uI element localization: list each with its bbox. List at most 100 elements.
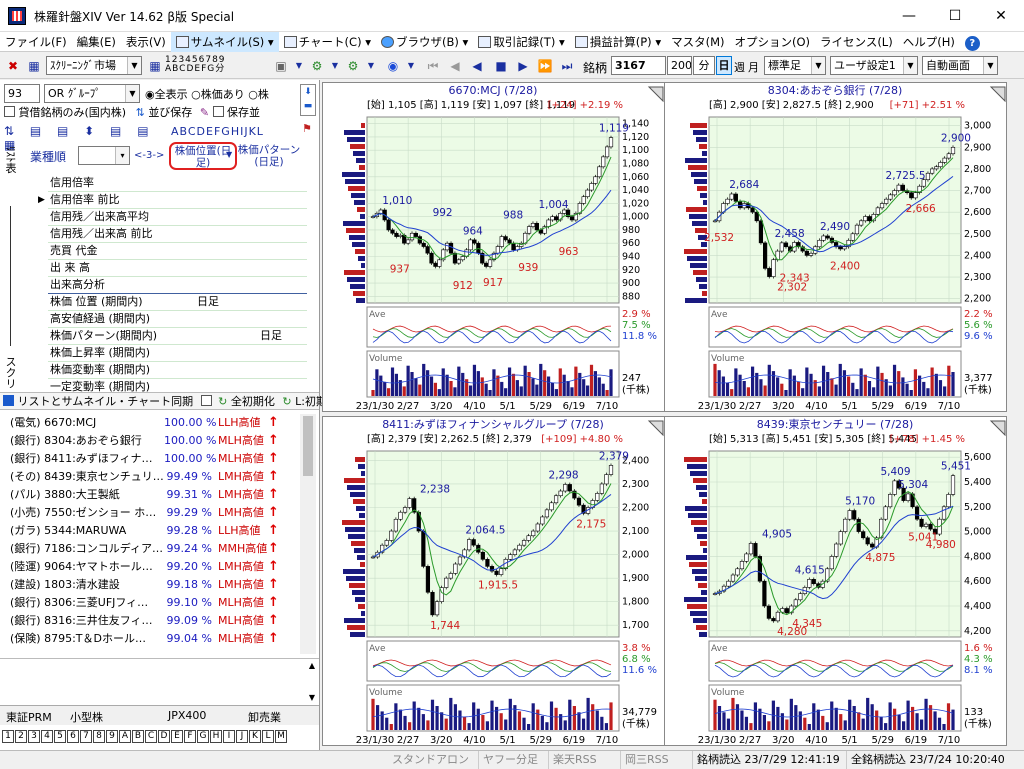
shortcut-key[interactable]: D xyxy=(158,730,170,743)
indicator-row[interactable]: 出来高分析 xyxy=(48,277,307,294)
lend-checkbox[interactable] xyxy=(4,106,15,117)
all-init-button[interactable]: 全初期化 xyxy=(231,395,275,408)
menu-profit-calc[interactable]: 損益計算(P) ▾ xyxy=(570,32,666,52)
save-order-checkbox[interactable] xyxy=(212,106,224,117)
stock-list-item[interactable]: (銀行) 8306:三菱UFJフィ… 99.10 % MLH高値 ↑ xyxy=(8,594,298,612)
grid-icon[interactable]: ▦ xyxy=(25,57,43,75)
fast-forward-icon[interactable]: ⏩ xyxy=(536,57,554,75)
menu-view[interactable]: 表示(V) xyxy=(121,32,171,52)
shortcut-key[interactable]: 4 xyxy=(41,730,53,743)
dropdown-chevron-icon-3[interactable]: ▼ xyxy=(362,57,380,75)
minimize-button[interactable]: — xyxy=(886,0,932,32)
industry-sort-select[interactable]: ▾ xyxy=(78,146,130,165)
stock-list-item[interactable]: (その) 8439:東京センチュリ… 99.49 % LMH高値 ↑ xyxy=(8,468,298,486)
thumbnail-chart[interactable]: 8304:あおぞら銀行 (7/28) [高] 2,900 [安] 2,827.5 … xyxy=(664,82,1007,412)
indicator-row[interactable]: 信用倍率 前比 ▶ xyxy=(38,192,307,209)
shortcut-key[interactable]: 3 xyxy=(28,730,40,743)
menu-browser[interactable]: ブラウザ(B) ▾ xyxy=(376,32,473,52)
shortcut-key[interactable]: L xyxy=(262,730,274,743)
stock-list-item[interactable]: (電気) 6670:MCJ 100.00 % LLH高値 ↑ xyxy=(8,414,298,432)
close-button[interactable]: ✕ xyxy=(978,0,1024,32)
menu-file[interactable]: ファイル(F) xyxy=(0,32,72,52)
scroll-down-icon[interactable]: ▼ xyxy=(309,693,315,702)
menu-master[interactable]: マスタ(M) xyxy=(666,32,729,52)
prev-icon[interactable]: ◀ xyxy=(446,57,464,75)
shortcut-key[interactable]: C xyxy=(145,730,157,743)
close-list-icon[interactable]: ✖ xyxy=(4,57,22,75)
thumbnail-chart[interactable]: 8439:東京センチュリー (7/28) [始] 5,313 [高] 5,451 … xyxy=(664,416,1007,746)
all-init-checkbox[interactable] xyxy=(200,395,212,406)
minute-button[interactable]: 分 xyxy=(693,56,715,75)
sync-checkbox[interactable] xyxy=(3,395,14,406)
column-letter-keys[interactable]: ABCDEFGHIJKL xyxy=(171,125,264,138)
group-select[interactable]: OR ｸﾞﾙｰﾌﾟ ▼ xyxy=(44,84,140,103)
shortcut-key[interactable]: 6 xyxy=(67,730,79,743)
menu-trade-record[interactable]: 取引記録(T) ▾ xyxy=(473,32,569,52)
stock-list-item[interactable]: (ガラ) 5344:MARUWA 99.28 % LLH高値 ↑ xyxy=(8,522,298,540)
layout-grid-icon[interactable]: ▦ xyxy=(146,57,164,75)
screening-market-select[interactable]: ｽｸﾘｰﾆﾝｸﾞ市場 ▼ xyxy=(46,56,142,75)
sort-save-button[interactable]: 並び保存 xyxy=(148,106,192,119)
tab-small-cap[interactable]: 小型株 xyxy=(70,709,103,725)
stock-list-scrollbar[interactable] xyxy=(300,414,316,654)
menu-thumbnail[interactable]: サムネイル(S) ▾ xyxy=(170,31,279,52)
shortcut-key[interactable]: F xyxy=(184,730,196,743)
radio-price[interactable]: ○ xyxy=(191,88,201,101)
radio-more[interactable]: ○ xyxy=(248,88,258,101)
column-header-price-pattern[interactable]: 株価パターン(日足) xyxy=(237,144,301,170)
shortcut-key[interactable]: M xyxy=(275,730,287,743)
stock-list-item[interactable]: (パル) 3880:大王製紙 99.31 % LMH高値 ↑ xyxy=(8,486,298,504)
user-setting-select[interactable]: ユーザ設定1 ▼ xyxy=(830,56,918,75)
shortcut-key[interactable]: K xyxy=(249,730,261,743)
thumbnail-chart[interactable]: 8411:みずほフィナンシャルグループ (7/28) [高] 2,379 [安] … xyxy=(322,416,665,746)
help-icon[interactable]: ? xyxy=(960,32,985,52)
menu-chart[interactable]: チャート(C) ▾ xyxy=(279,32,376,52)
chart-tool-icon[interactable]: ⚙ xyxy=(308,57,326,75)
scrollbar-thumb[interactable] xyxy=(303,416,313,476)
indicator-row[interactable]: 売買 代金 xyxy=(48,243,307,260)
list-tool-row[interactable]: ⇅ ▤ ▤ ⬍ ▤ ▤ ▦ xyxy=(4,124,169,152)
save-list-button[interactable]: ⬇ ▬ xyxy=(300,84,316,116)
period-select[interactable]: 200 xyxy=(667,56,692,75)
back-icon[interactable]: ◀ xyxy=(468,57,486,75)
first-icon[interactable]: ⏮ xyxy=(424,57,442,75)
target-icon[interactable]: ◉ xyxy=(384,57,402,75)
shortcut-key[interactable]: 5 xyxy=(54,730,66,743)
indicator-row[interactable]: 高安値経過 (期間内) xyxy=(48,311,307,328)
stock-list-item[interactable]: (銀行) 8411:みずほフィナ… 100.00 % MLH高値 ↑ xyxy=(8,450,298,468)
shortcut-key[interactable]: 2 xyxy=(15,730,27,743)
shortcut-key[interactable]: I xyxy=(223,730,235,743)
maximize-button[interactable]: ☐ xyxy=(932,0,978,32)
shortcut-key[interactable]: 1 xyxy=(2,730,14,743)
thumbnail-chart[interactable]: 6670:MCJ (7/28) [始] 1,105 [高] 1,119 [安] 1… xyxy=(322,82,665,412)
dropdown-chevron-icon-4[interactable]: ▼ xyxy=(402,57,420,75)
number-key-panel[interactable]: 123456789 ABCDEFG分 xyxy=(165,56,265,76)
indicator-row[interactable]: 株価変動率 (期間内) xyxy=(48,362,307,379)
day-button[interactable]: 日 xyxy=(716,56,732,75)
tab-wholesale[interactable]: 卸売業 xyxy=(248,709,281,725)
indicator-icon[interactable]: ⚙ xyxy=(344,57,362,75)
shortcut-key[interactable]: 9 xyxy=(106,730,118,743)
shortcut-key[interactable]: J xyxy=(236,730,248,743)
stock-list-item[interactable]: (銀行) 7186:コンコルディア… 99.24 % MMH高値 ↑ xyxy=(8,540,298,558)
stock-list-item[interactable]: (銀行) 8304:あおぞら銀行 100.00 % MLH高値 ↑ xyxy=(8,432,298,450)
indicator-row[interactable]: 株価上昇率 (期間内) xyxy=(48,345,307,362)
stock-list-item[interactable]: (陸運) 9064:ヤマトホール… 99.20 % LMH高値 ↑ xyxy=(8,558,298,576)
indicator-row[interactable]: 出 来 高 xyxy=(48,260,307,277)
menu-option[interactable]: オプション(O) xyxy=(730,32,816,52)
frame-icon[interactable]: ▣ xyxy=(272,57,290,75)
stock-list-item[interactable]: (銀行) 8316:三井住友フィ… 99.09 % MLH高値 ↑ xyxy=(8,612,298,630)
shortcut-key[interactable]: E xyxy=(171,730,183,743)
flag-icon[interactable]: ⚑ xyxy=(302,122,312,135)
shortcut-key[interactable]: B xyxy=(132,730,144,743)
tab-jpx400[interactable]: JPX400 xyxy=(168,709,206,722)
indicator-row[interactable]: 信用倍率 xyxy=(48,175,307,192)
memo-area[interactable]: ▲ ▼ xyxy=(0,658,319,704)
indicator-row[interactable]: 株価 位置 (期間内) 日足 xyxy=(48,294,307,311)
dropdown-chevron-icon-2[interactable]: ▼ xyxy=(326,57,344,75)
stop-icon[interactable]: ■ xyxy=(492,57,510,75)
shortcut-key[interactable]: G xyxy=(197,730,209,743)
week-button[interactable]: 週 xyxy=(734,59,745,75)
candle-type-select[interactable]: 標準足 ▼ xyxy=(764,56,826,75)
last-icon[interactable]: ⏭ xyxy=(558,57,576,75)
